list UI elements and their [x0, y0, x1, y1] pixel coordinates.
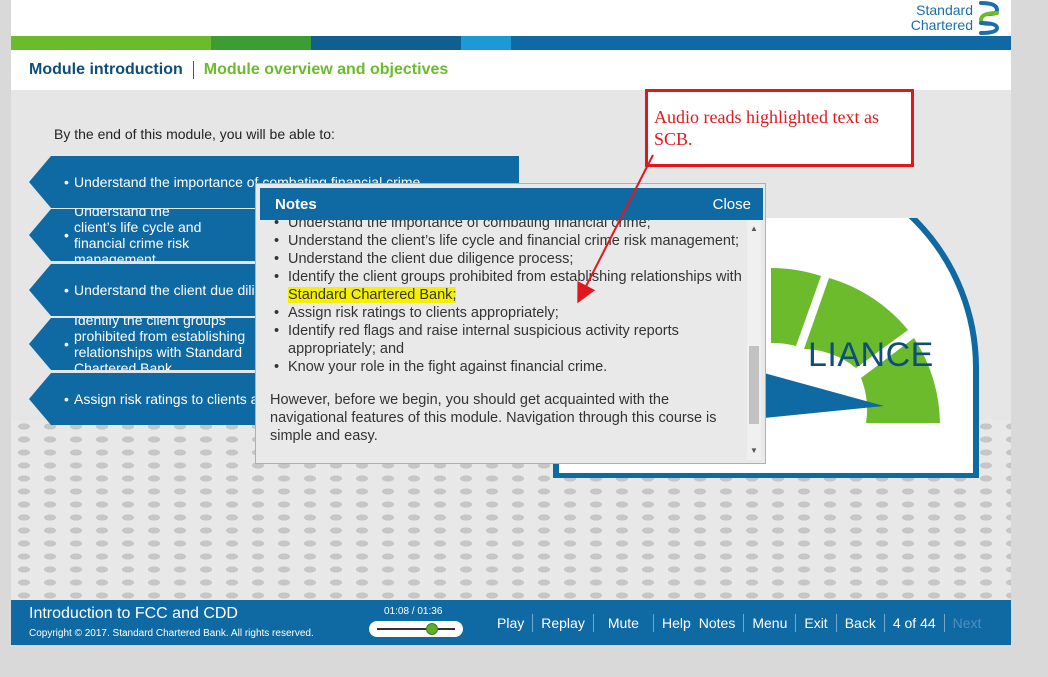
objective-bullet: • — [64, 227, 69, 243]
notes-button[interactable]: Notes — [699, 614, 744, 632]
notes-title: Notes — [275, 195, 317, 213]
copyright: Copyright © 2017. Standard Chartered Ban… — [29, 628, 314, 639]
seek-slider[interactable] — [369, 621, 463, 637]
notes-item-text: Identify the client groups prohibited fr… — [288, 269, 742, 285]
notes-paragraph: However, before we begin, you should get… — [270, 392, 717, 444]
notes-list-item: Identify the client groups prohibited fr… — [270, 268, 745, 304]
highlighted-text: Standard Chartered Bank; — [288, 287, 457, 303]
stripe-segment — [311, 36, 461, 50]
header: Standard Chartered — [11, 0, 1011, 36]
objective-bullet: • — [64, 391, 69, 407]
seek-handle[interactable] — [426, 623, 439, 635]
logo-line-1: Standard — [916, 2, 973, 18]
page-counter: 4 of 44 — [883, 613, 944, 632]
objective-text: Understand the client’s life cycle and f… — [74, 203, 202, 267]
notes-list-item: Understand the client due diligence proc… — [270, 250, 745, 268]
logo-mark-icon — [978, 1, 1000, 35]
objective-bullet: • — [64, 174, 69, 190]
replay-button[interactable]: Replay — [532, 613, 593, 632]
objective-bullet: • — [64, 336, 69, 352]
notes-list-item: Know your role in the fight against fina… — [270, 358, 745, 376]
annotation-callout: Audio reads highlighted text as SCB. — [645, 89, 914, 167]
intro-text: By the end of this module, you will be a… — [54, 126, 335, 142]
player-nav: Play Replay Mute Help Notes Menu Exit Ba… — [489, 600, 989, 645]
standard-chartered-logo: Standard Chartered — [911, 0, 1001, 36]
exit-button[interactable]: Exit — [795, 613, 835, 632]
seek-track — [377, 628, 455, 630]
notes-list-item: Assign risk ratings to clients appropria… — [270, 304, 745, 322]
next-button[interactable]: Next — [943, 613, 990, 632]
play-button[interactable]: Play — [489, 614, 532, 632]
brand-stripe — [11, 36, 1011, 50]
stripe-segment — [461, 36, 511, 50]
notes-list-item: Identify red flags and raise internal su… — [270, 322, 745, 358]
menu-button[interactable]: Menu — [743, 613, 795, 632]
breadcrumb-page: Module overview and objectives — [203, 61, 449, 78]
breadcrumb-module: Module introduction — [29, 61, 183, 78]
player-footer: Introduction to FCC and CDD Copyright © … — [11, 600, 1011, 645]
gauge-label: LIANCE — [808, 336, 934, 374]
notes-close-button[interactable]: Close — [713, 196, 751, 213]
breadcrumb-separator — [192, 61, 194, 79]
notes-list: Understand the importance of combating f… — [270, 220, 745, 376]
stripe-segment — [211, 36, 311, 50]
stripe-segment — [511, 36, 1011, 50]
mute-button[interactable]: Mute — [592, 613, 653, 632]
notes-titlebar: Notes Close — [260, 188, 763, 220]
playback-time: 01:08 / 01:36 — [384, 606, 443, 617]
scroll-up-icon[interactable]: ▲ — [747, 222, 761, 236]
notes-popup: Notes Close Understand the importance of… — [255, 183, 766, 464]
notes-list-item: Understand the client’s life cycle and f… — [270, 232, 745, 250]
objective-text: Identify the client groups prohibited fr… — [74, 312, 246, 376]
help-button[interactable]: Help — [652, 613, 699, 632]
course-title: Introduction to FCC and CDD — [29, 605, 238, 622]
breadcrumb: Module introduction Module overview and … — [11, 50, 1011, 90]
scroll-down-icon[interactable]: ▼ — [747, 444, 761, 458]
objective-bullet: • — [64, 282, 69, 298]
notes-list-item: Understand the importance of combating f… — [270, 220, 745, 232]
back-button[interactable]: Back — [835, 613, 884, 632]
notes-scrollbar[interactable]: ▲ ▼ — [747, 220, 761, 460]
scroll-thumb[interactable] — [749, 346, 759, 424]
stripe-segment — [11, 36, 211, 50]
notes-content[interactable]: Understand the importance of combating f… — [270, 220, 745, 460]
logo-line-2: Chartered — [910, 17, 973, 33]
